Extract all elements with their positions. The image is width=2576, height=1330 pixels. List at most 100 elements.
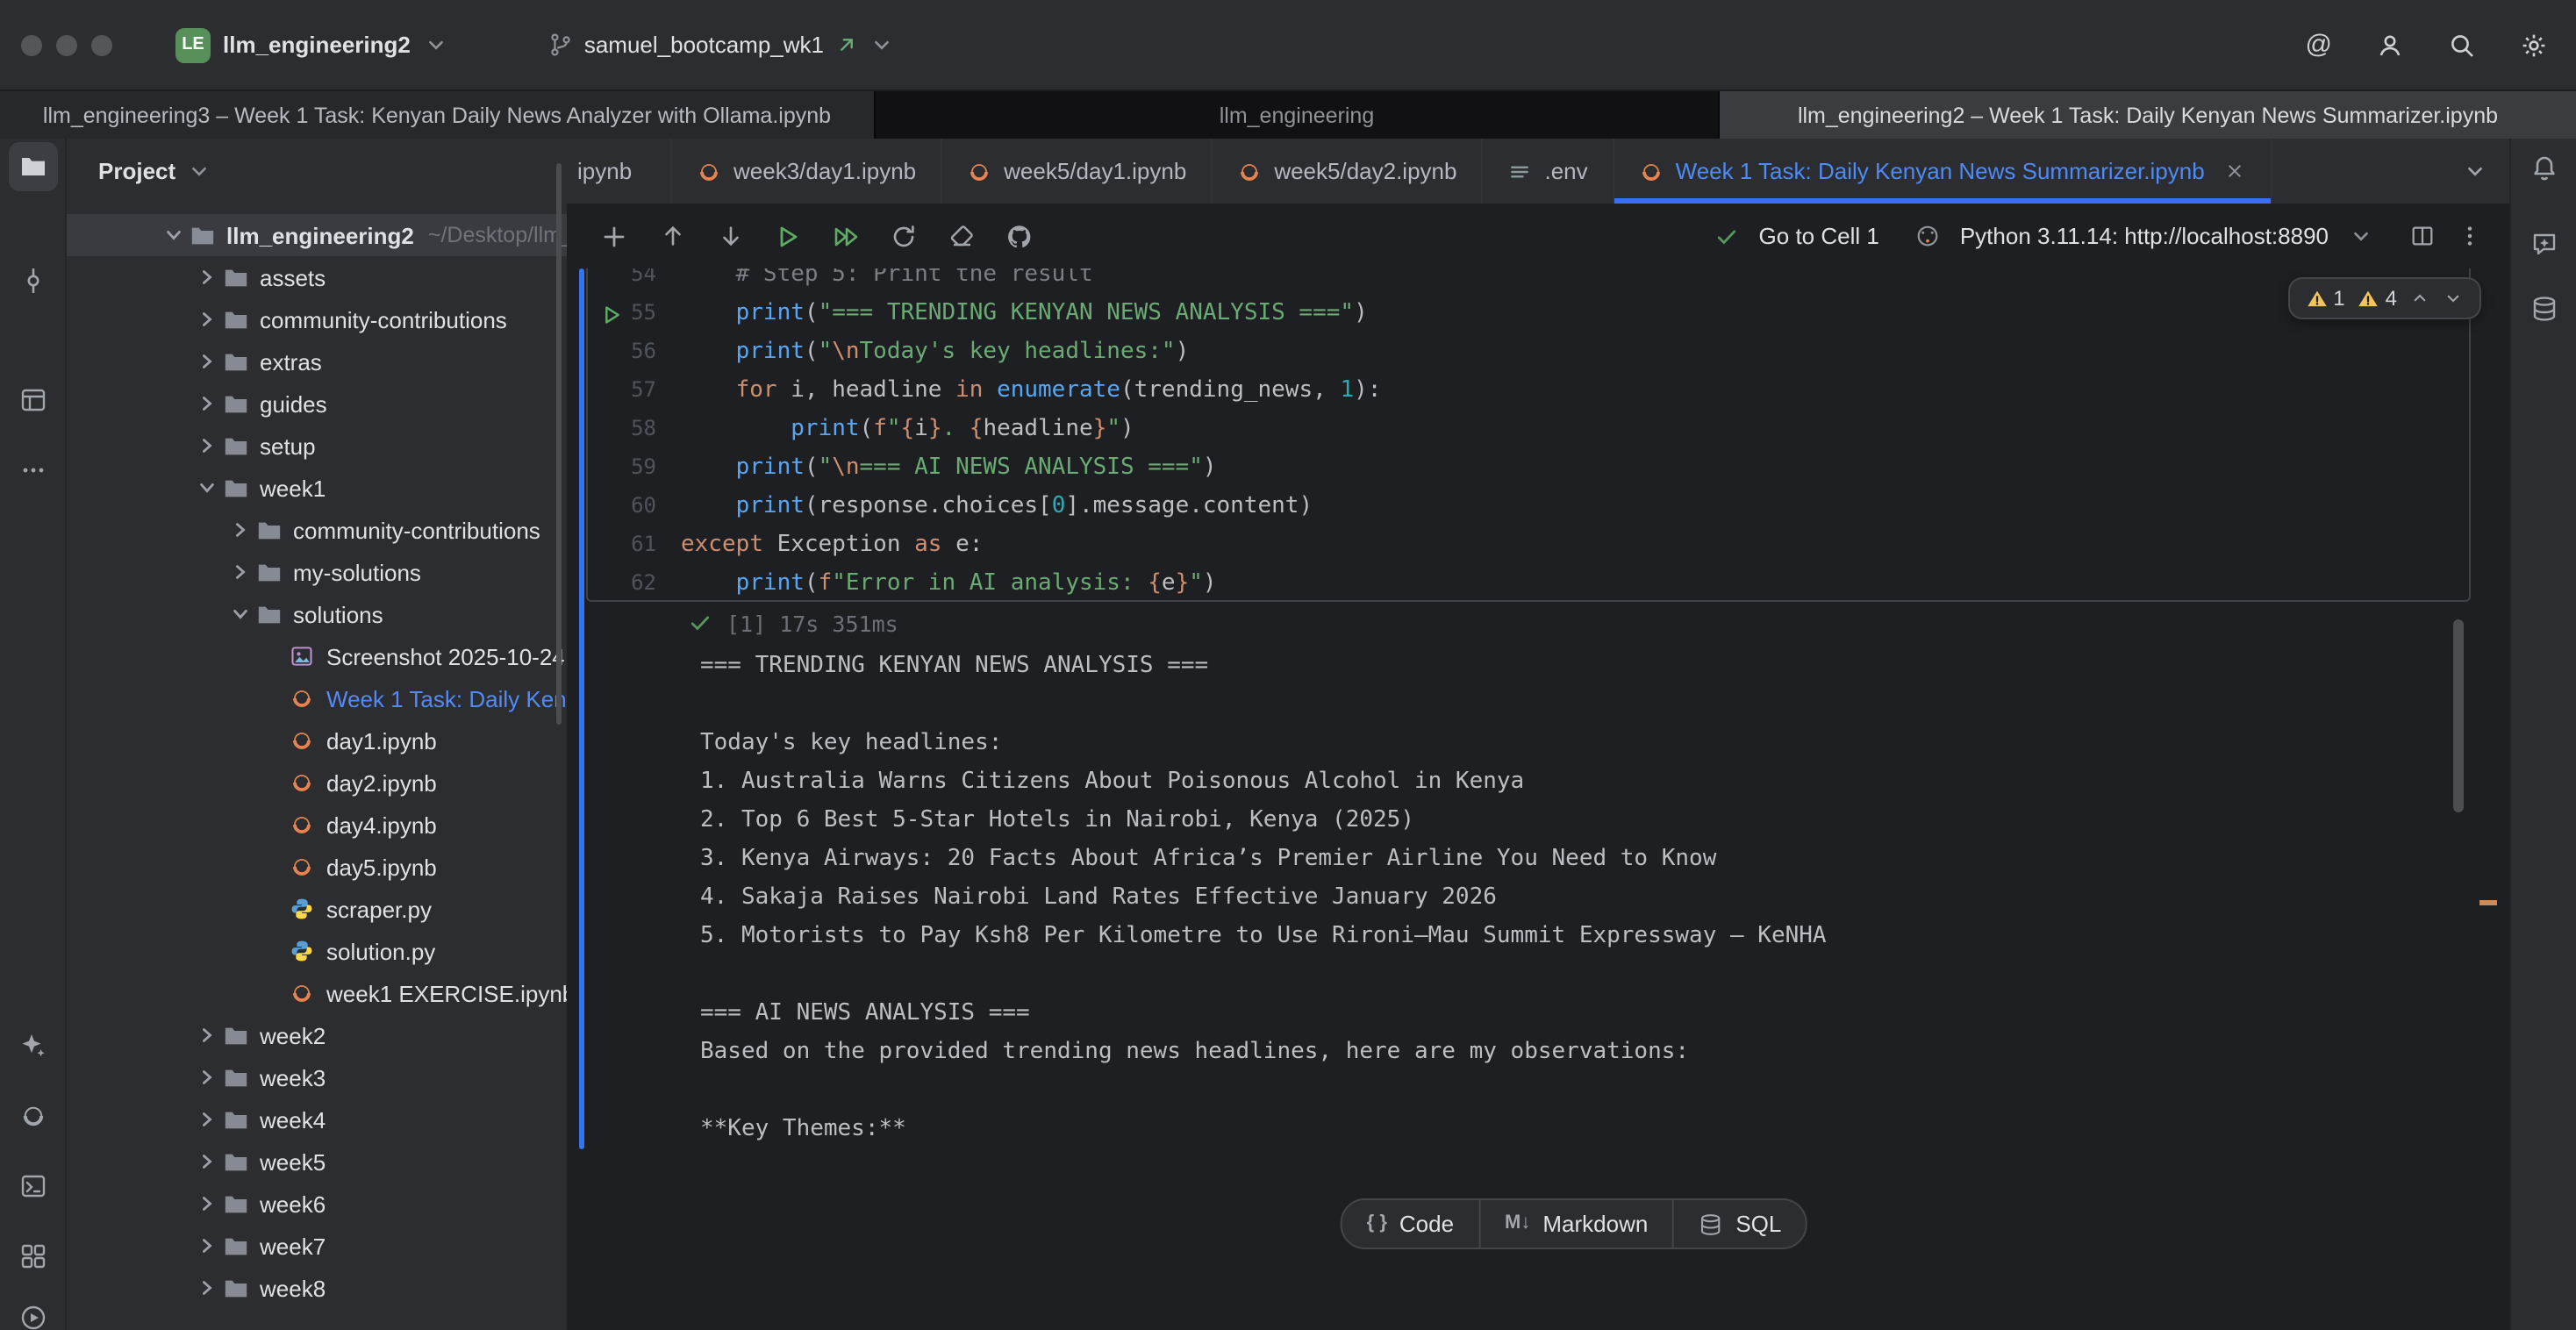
project-folder-icon[interactable]: [9, 142, 58, 191]
chevron-right-icon[interactable]: [191, 1190, 221, 1218]
chevron-down-icon[interactable]: [225, 600, 254, 628]
code-line[interactable]: 62 print(f"Error in AI analysis: {e}"): [590, 563, 2467, 602]
tree-item[interactable]: week6: [67, 1183, 567, 1225]
python-console-icon[interactable]: [9, 1162, 58, 1211]
tree-item[interactable]: community-contributions: [67, 509, 567, 551]
add-code-cell-button[interactable]: { } Code: [1342, 1200, 1480, 1248]
tree-item[interactable]: extras: [67, 340, 567, 383]
tree-item[interactable]: llm_engineering2~/Desktop/llm_en: [67, 214, 567, 256]
project-panel-header[interactable]: Project: [67, 139, 567, 204]
kernel-selector[interactable]: Python 3.11.14: http://localhost:8890: [1960, 223, 2329, 249]
tree-item[interactable]: setup: [67, 425, 567, 467]
zoom-window-button[interactable]: [91, 34, 112, 55]
notifications-bell-icon[interactable]: [2520, 144, 2569, 193]
editor-tab[interactable]: week5/day2.ipynb: [1213, 139, 1483, 204]
tree-item[interactable]: community-contributions: [67, 298, 567, 340]
editor-tab[interactable]: ipynb: [567, 139, 672, 204]
chevron-right-icon[interactable]: [191, 1063, 221, 1091]
code-line[interactable]: 54 # Step 5: Print the result: [590, 268, 2467, 293]
structure-icon[interactable]: [9, 375, 58, 425]
tree-item[interactable]: Week 1 Task: Daily Kenyan: [67, 677, 567, 719]
code-line[interactable]: 59 print("\n=== AI NEWS ANALYSIS ==="): [590, 447, 2467, 486]
code-line[interactable]: 57 for i, headline in enumerate(trending…: [590, 370, 2467, 409]
tree-item[interactable]: week1: [67, 467, 567, 509]
run-all-icon[interactable]: [830, 222, 862, 250]
tree-item[interactable]: week5: [67, 1141, 567, 1183]
chevron-down-icon[interactable]: [158, 221, 188, 249]
chevron-down-icon[interactable]: [2344, 223, 2376, 249]
tree-item[interactable]: week8: [67, 1267, 567, 1309]
run-circle-icon[interactable]: [9, 1293, 58, 1330]
more-icon[interactable]: [9, 446, 58, 495]
chevron-right-icon[interactable]: [191, 1105, 221, 1133]
branch-widget[interactable]: samuel_bootcamp_wk1: [533, 25, 908, 65]
tree-item[interactable]: solution.py: [67, 930, 567, 972]
editor-tab[interactable]: Week 1 Task: Daily Kenyan News Summarize…: [1614, 139, 2273, 204]
ai-assistant-icon[interactable]: [9, 1021, 58, 1070]
tree-item[interactable]: my-solutions: [67, 551, 567, 593]
more-options-button[interactable]: [2453, 223, 2485, 249]
editor-scrollbar[interactable]: [2453, 619, 2464, 812]
search-everywhere-icon[interactable]: [2448, 31, 2476, 59]
add-markdown-cell-button[interactable]: M↓ Markdown: [1480, 1200, 1674, 1248]
clear-outputs-icon[interactable]: [946, 222, 977, 250]
chevron-right-icon[interactable]: [191, 305, 221, 333]
tree-item[interactable]: scraper.py: [67, 888, 567, 930]
chevron-right-icon[interactable]: [191, 390, 221, 418]
tree-item[interactable]: day4.ipynb: [67, 804, 567, 846]
goto-cell-button[interactable]: Go to Cell 1: [1759, 223, 1879, 249]
jupyter-icon[interactable]: [9, 1091, 58, 1141]
tree-item[interactable]: day5.ipynb: [67, 846, 567, 888]
run-cell-gutter-icon[interactable]: [600, 304, 623, 326]
window-tab[interactable]: llm_engineering: [876, 91, 1720, 139]
commit-icon[interactable]: [9, 256, 58, 305]
chevron-right-icon[interactable]: [191, 1274, 221, 1302]
chevron-right-icon[interactable]: [225, 516, 254, 544]
github-icon[interactable]: [1004, 222, 1035, 250]
tree-item[interactable]: week4: [67, 1098, 567, 1141]
database-icon[interactable]: [2520, 284, 2569, 333]
chevron-right-icon[interactable]: [191, 263, 221, 291]
chevron-right-icon[interactable]: [191, 1232, 221, 1260]
cell-code-lines[interactable]: 54 # Step 5: Print the result55 print("=…: [590, 268, 2467, 602]
tree-item[interactable]: week7: [67, 1225, 567, 1267]
tree-item[interactable]: day2.ipynb: [67, 762, 567, 804]
chevron-down-icon[interactable]: [191, 474, 221, 502]
code-line[interactable]: 56 print("\nToday's key headlines:"): [590, 332, 2467, 370]
tree-item[interactable]: week2: [67, 1014, 567, 1056]
window-tab[interactable]: llm_engineering2 – Week 1 Task: Daily Ke…: [1720, 91, 2576, 139]
editor-tab[interactable]: .env: [1483, 139, 1614, 204]
split-view-button[interactable]: [2406, 223, 2437, 249]
inspections-widget[interactable]: 1 4: [2287, 277, 2481, 319]
window-tab[interactable]: llm_engineering3 – Week 1 Task: Kenyan D…: [0, 91, 876, 139]
chevron-right-icon[interactable]: [191, 1148, 221, 1176]
panel-scrollbar[interactable]: [556, 163, 562, 725]
code-line[interactable]: 58 print(f"{i}. {headline}"): [590, 409, 2467, 447]
move-up-icon[interactable]: [656, 223, 688, 249]
prev-problem-button[interactable]: [2409, 288, 2430, 309]
minimize-window-button[interactable]: [56, 34, 77, 55]
tree-item[interactable]: Screenshot 2025-10-24 at: [67, 635, 567, 677]
chevron-right-icon[interactable]: [191, 347, 221, 375]
hidden-tabs-button[interactable]: [2462, 158, 2488, 184]
add-sql-cell-button[interactable]: SQL: [1674, 1200, 1806, 1248]
editor-tab[interactable]: week5/day1.ipynb: [942, 139, 1213, 204]
mentions-icon[interactable]: @: [2306, 32, 2332, 58]
restart-kernel-icon[interactable]: [888, 222, 919, 250]
settings-icon[interactable]: [2520, 31, 2548, 59]
tree-item[interactable]: assets: [67, 256, 567, 298]
chevron-right-icon[interactable]: [191, 1021, 221, 1049]
chevron-right-icon[interactable]: [225, 558, 254, 586]
tree-item[interactable]: week3: [67, 1056, 567, 1098]
run-cell-icon[interactable]: [772, 222, 804, 250]
tree-item[interactable]: week1 EXERCISE.ipynb: [67, 972, 567, 1014]
code-line[interactable]: 55 print("=== TRENDING KENYAN NEWS ANALY…: [590, 293, 2467, 332]
add-cell-icon[interactable]: [598, 222, 630, 250]
move-down-icon[interactable]: [714, 223, 746, 249]
notebook-canvas[interactable]: 54 # Step 5: Print the result55 print("=…: [567, 268, 2509, 1330]
tree-item[interactable]: day1.ipynb: [67, 719, 567, 762]
chevron-right-icon[interactable]: [191, 432, 221, 460]
services-icon[interactable]: [9, 1232, 58, 1281]
project-widget[interactable]: LE llm_engineering2: [161, 20, 463, 69]
code-line[interactable]: 61except Exception as e:: [590, 525, 2467, 563]
